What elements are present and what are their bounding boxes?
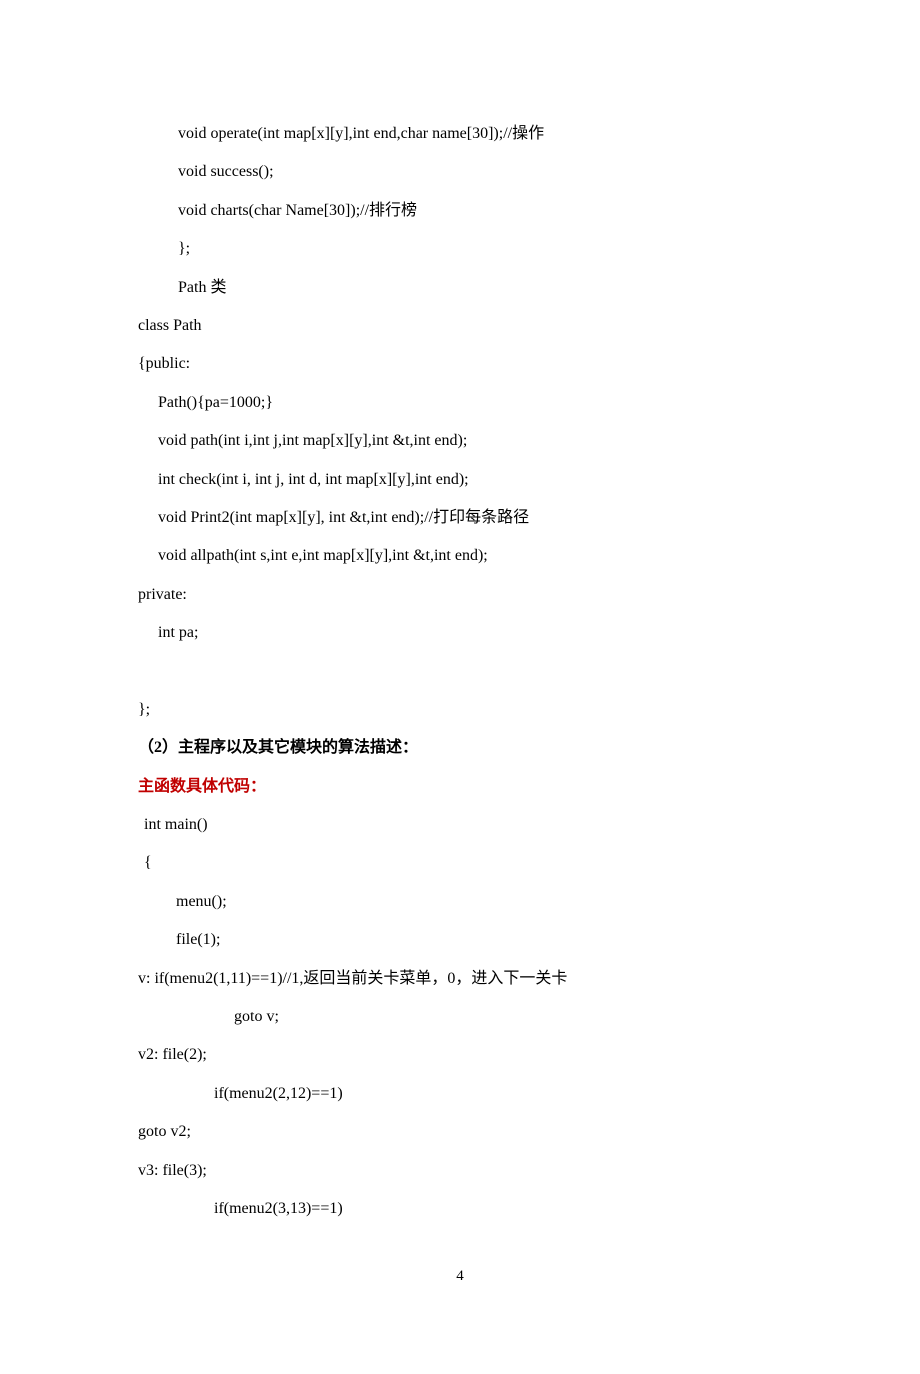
code-line: void Print2(int map[x][y], int &t,int en… (138, 499, 782, 537)
section-heading: （2）主程序以及其它模块的算法描述： (138, 729, 782, 767)
code-line: Path(){pa=1000;} (138, 384, 782, 422)
code-line: v2: file(2); (138, 1036, 782, 1074)
code-line: Path 类 (138, 269, 782, 307)
code-line: void allpath(int s,int e,int map[x][y],i… (138, 537, 782, 575)
code-line: int check(int i, int j, int d, int map[x… (138, 461, 782, 499)
code-line: file(1); (138, 921, 782, 959)
code-line: void path(int i,int j,int map[x][y],int … (138, 422, 782, 460)
code-line: { (138, 844, 782, 882)
code-line: class Path (138, 307, 782, 345)
code-line: void success(); (138, 153, 782, 191)
code-line: void operate(int map[x][y],int end,char … (138, 115, 782, 153)
code-line: }; (138, 691, 782, 729)
code-line: private: (138, 576, 782, 614)
code-line: int main() (138, 806, 782, 844)
code-line: v3: file(3); (138, 1152, 782, 1190)
code-line: {public: (138, 345, 782, 383)
document-page: void operate(int map[x][y],int end,char … (0, 0, 920, 1374)
code-line: if(menu2(2,12)==1) (138, 1075, 782, 1113)
code-line: int pa; (138, 614, 782, 652)
code-line: }; (138, 230, 782, 268)
code-line: v: if(menu2(1,11)==1)//1,返回当前关卡菜单，0，进入下一… (138, 960, 782, 998)
section-subheading: 主函数具体代码： (138, 768, 782, 806)
code-line: menu(); (138, 883, 782, 921)
code-line: void charts(char Name[30]);//排行榜 (138, 192, 782, 230)
code-line: if(menu2(3,13)==1) (138, 1190, 782, 1228)
blank-line (138, 652, 782, 690)
page-number: 4 (138, 1258, 782, 1294)
code-line: goto v2; (138, 1113, 782, 1151)
code-line: goto v; (138, 998, 782, 1036)
